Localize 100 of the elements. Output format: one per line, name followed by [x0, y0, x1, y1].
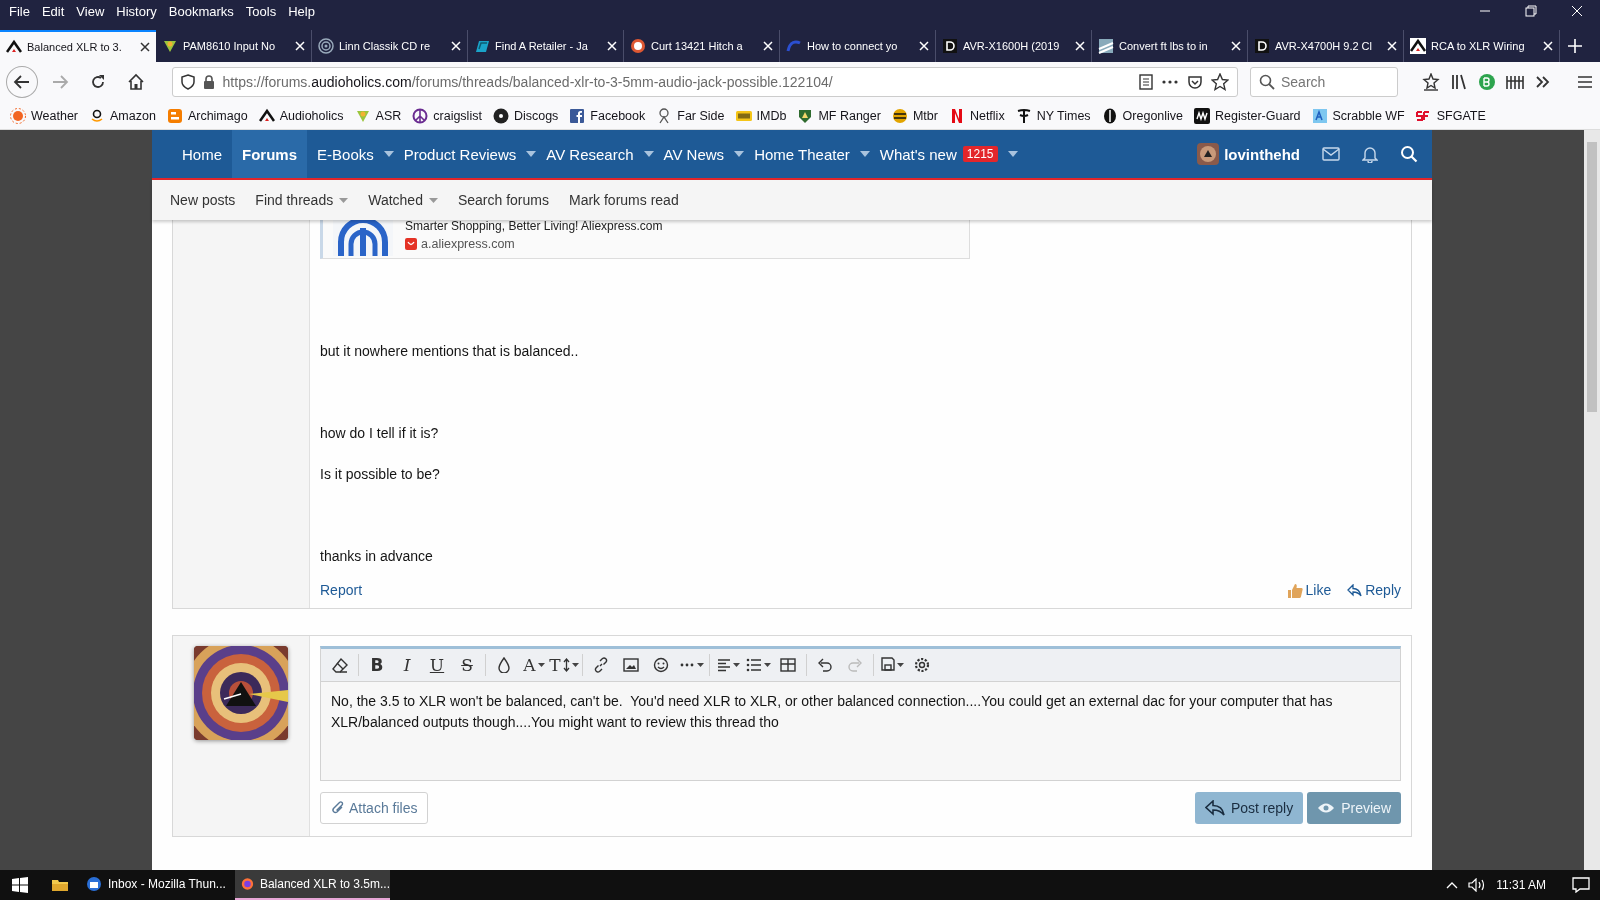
chevron-up-icon[interactable]	[1446, 881, 1459, 889]
more-icon[interactable]	[1161, 79, 1179, 85]
sub-nav-link[interactable]: Find threads	[245, 192, 359, 208]
starred-list-icon[interactable]	[1422, 73, 1440, 91]
equalizer-icon[interactable]	[1506, 73, 1524, 91]
bookmark-link[interactable]: Audioholics	[258, 107, 344, 124]
bookmark-link[interactable]: Amazon	[89, 107, 156, 124]
menu-item[interactable]: Tools	[240, 3, 284, 19]
caret-icon[interactable]	[734, 151, 745, 157]
folder-icon[interactable]	[51, 878, 69, 892]
bookmark-link[interactable]: Oregonlive	[1101, 107, 1184, 124]
speaker-icon[interactable]	[1468, 878, 1487, 892]
pocket-icon[interactable]	[1187, 74, 1203, 90]
bookmark-link[interactable]: NY Times	[1015, 107, 1091, 124]
nav-tab[interactable]: E-Books	[307, 130, 384, 178]
taskbar-app[interactable]: Inbox - Mozilla Thun...	[80, 870, 235, 900]
caret-icon[interactable]	[383, 151, 394, 157]
search-icon[interactable]	[1400, 145, 1418, 163]
bell-icon[interactable]	[1362, 145, 1378, 163]
nav-tab[interactable]: Forums	[232, 130, 308, 178]
bookmark-link[interactable]: ASR	[354, 107, 402, 124]
caret-icon[interactable]	[1007, 151, 1018, 157]
taskbar-app[interactable]: Balanced XLR to 3.5m...	[235, 870, 390, 900]
restore-icon[interactable]	[1525, 5, 1537, 17]
vertical-arrows-icon	[562, 658, 570, 672]
star-icon[interactable]	[1211, 73, 1229, 91]
format-button[interactable]: T	[549, 652, 579, 678]
scrollbar-thumb[interactable]	[1587, 142, 1597, 412]
format-button[interactable]: A	[519, 652, 549, 678]
nav-tab[interactable]: AV News	[653, 130, 735, 178]
sun-icon	[10, 107, 26, 124]
link-preview-card[interactable]: Smarter Shopping, Better Living! Aliexpress.com a.aliexpress.com	[320, 220, 970, 259]
nav-tab[interactable]: What's new 1215	[869, 130, 1008, 178]
address-bar[interactable]: https://forums.audioholics.com/forums/threads/balanced-xlr-to-3-5mm-audio-jack-possible.122104/	[171, 67, 1238, 97]
search-field[interactable]: Search	[1250, 67, 1398, 97]
preview-domain: a.aliexpress.com	[421, 237, 515, 251]
menu-item[interactable]: Bookmarks	[163, 3, 241, 19]
user-menu[interactable]: lovinthehd	[1197, 143, 1300, 165]
bookmark-link[interactable]: Mtbr	[891, 107, 938, 124]
bookmark-link[interactable]: SFGATE	[1415, 107, 1486, 124]
like-link[interactable]: Like	[1286, 582, 1332, 598]
bookmark-link[interactable]: Register-Guard	[1194, 107, 1301, 124]
attach-files-button[interactable]: Attach files	[320, 792, 429, 824]
sub-nav-link[interactable]: Watched	[358, 192, 448, 208]
logo-icon	[258, 107, 275, 124]
reply-arrow-icon	[1347, 583, 1363, 597]
reader-icon[interactable]	[1139, 74, 1153, 90]
menu-item[interactable]: Edit	[36, 3, 72, 19]
menu-item[interactable]: View	[71, 3, 112, 19]
menu-icon[interactable]	[1576, 73, 1594, 91]
reply-link[interactable]: Reply	[1347, 582, 1401, 598]
scrollbar[interactable]	[1584, 130, 1600, 870]
bookmark-link[interactable]: Discogs	[492, 107, 559, 124]
caret-icon[interactable]	[643, 151, 654, 157]
nav-tab[interactable]: Home Theater	[744, 130, 860, 178]
bookmark-link[interactable]: Scrabble WF	[1311, 107, 1405, 124]
bookmark-link[interactable]: Netflix	[948, 107, 1005, 124]
bookmark-link[interactable]: IMDb	[735, 107, 787, 124]
message-field[interactable]: No, the 3.5 to XLR won't be balanced, can't be. You'd need XLR to XLR, or other balanced connection....You could get an external dac for your computer that has XLR/balanced outputs though....You might want to review this thread tho	[321, 682, 1400, 780]
caret-icon[interactable]	[859, 151, 870, 157]
bookmark-link[interactable]: Archimago	[166, 107, 248, 124]
browser-tab[interactable]: Balanced XLR to 3.	[0, 30, 156, 62]
bookmark-link[interactable]: MF Ranger	[797, 107, 881, 124]
menu-item[interactable]: Help	[283, 3, 322, 19]
format-button[interactable]: B	[362, 652, 392, 678]
format-button[interactable]: U	[422, 652, 452, 678]
sub-nav-link[interactable]: New posts	[160, 192, 246, 208]
back-arrow-icon[interactable]	[12, 73, 31, 91]
clock[interactable]: 11:31 AM	[1496, 878, 1546, 892]
home-icon[interactable]	[126, 73, 145, 91]
nav-tab[interactable]: Product Reviews	[393, 130, 527, 178]
envelope-icon[interactable]	[1322, 147, 1340, 161]
format-button[interactable]: S	[452, 652, 482, 678]
nav-tab[interactable]: Home	[172, 130, 232, 178]
post-reply-button[interactable]: Post reply	[1194, 792, 1304, 824]
bookmark-link[interactable]: Weather	[10, 107, 78, 124]
sub-nav-link[interactable]: Search forums	[447, 192, 559, 208]
extension-icon[interactable]	[1478, 73, 1496, 91]
windows-start-icon[interactable]	[12, 877, 28, 893]
close-icon[interactable]	[140, 42, 150, 52]
caret-icon	[339, 197, 349, 203]
format-button[interactable]: I	[392, 652, 422, 678]
redo-icon	[847, 657, 863, 673]
bookmark-link[interactable]: craigslist	[412, 107, 482, 124]
report-link[interactable]: Report	[320, 582, 363, 598]
bookmark-link[interactable]: Facebook	[569, 107, 646, 124]
count-badge: 1215	[962, 146, 998, 162]
nav-tab[interactable]: AV Research	[536, 130, 644, 178]
caret-icon[interactable]	[526, 151, 537, 157]
tab-title: AVR-X1600H (2019	[963, 40, 1060, 52]
sub-nav-link[interactable]: Mark forums read	[558, 192, 689, 208]
plus-icon[interactable]	[1568, 39, 1582, 53]
bookmark-link[interactable]: Far Side	[656, 107, 725, 124]
letter-d-icon	[942, 38, 958, 54]
menu-item[interactable]: File	[4, 3, 37, 19]
tab-title: AVR-X4700H 9.2 Cl	[1275, 40, 1372, 52]
tab-title: PAM8610 Input No	[183, 40, 276, 52]
library-icon[interactable]	[1450, 73, 1468, 91]
notification-icon[interactable]	[1572, 877, 1590, 893]
menu-item[interactable]: History	[111, 3, 164, 19]
